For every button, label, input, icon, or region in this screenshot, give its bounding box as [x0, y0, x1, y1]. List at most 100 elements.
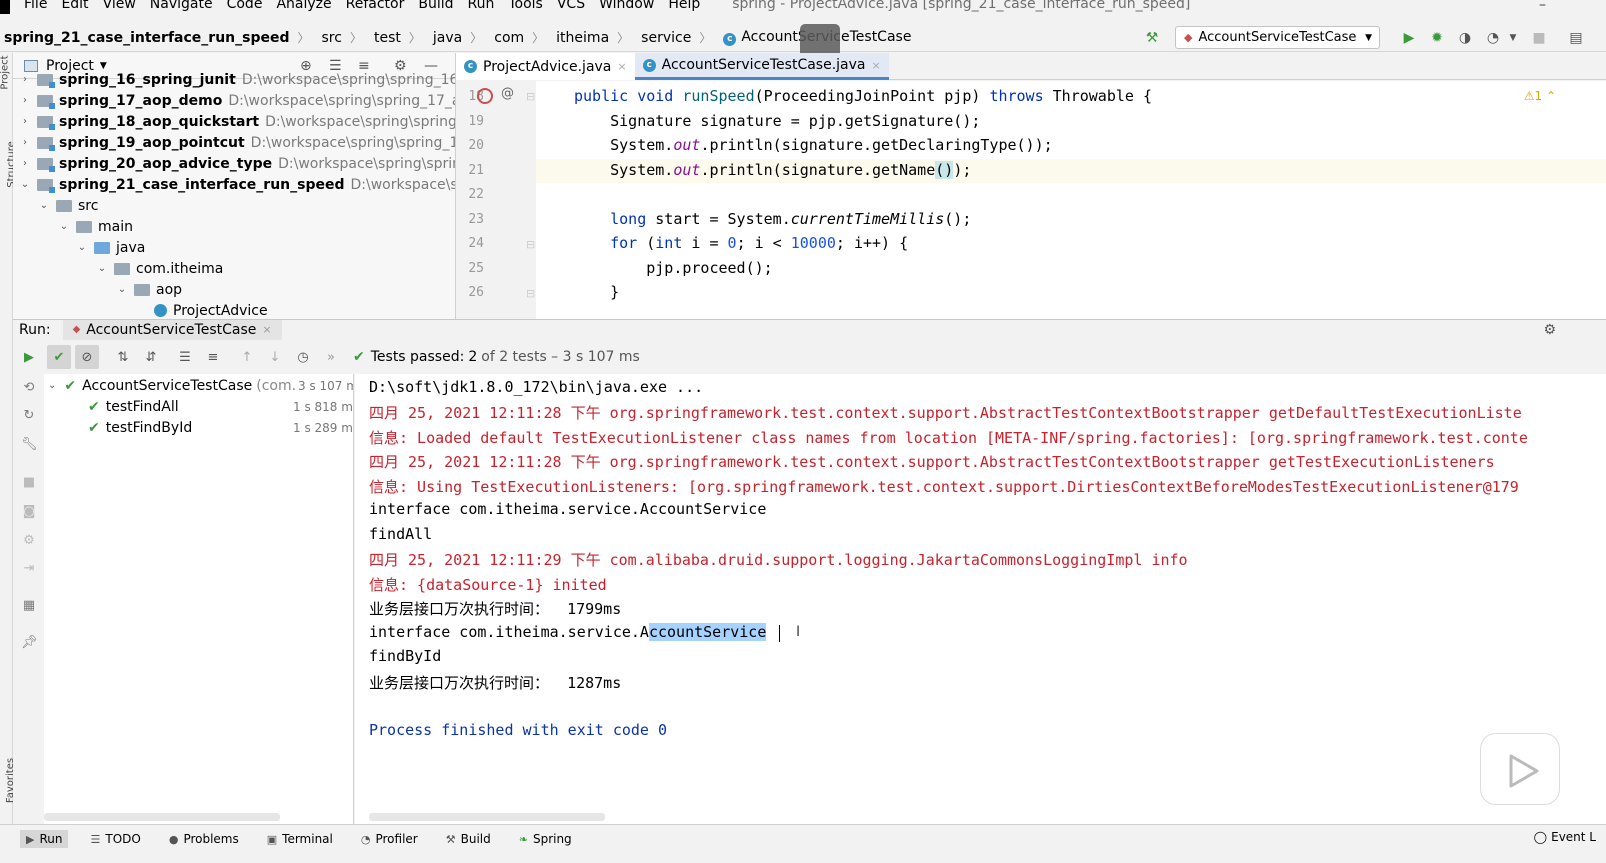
menu-refactor[interactable]: Refactor: [346, 0, 405, 11]
toggle-auto-test-icon[interactable]: ↻: [21, 408, 37, 424]
more-actions-icon[interactable]: »: [319, 345, 343, 369]
close-icon[interactable]: ×: [872, 59, 881, 72]
tree-item-path: D:\workspace\spring\spring_16_spr: [241, 71, 455, 88]
console-output[interactable]: D:\soft\jdk1.8.0_172\bin\java.exe ... 四月…: [355, 374, 1606, 824]
run-tab[interactable]: ◆ AccountServiceTestCase ×: [62, 319, 282, 340]
close-icon[interactable]: ×: [262, 323, 271, 336]
project-structure-icon[interactable]: ▤: [1567, 29, 1585, 47]
sort-alpha-icon[interactable]: ⇅: [111, 345, 135, 369]
exit-icon[interactable]: ⇥: [21, 561, 37, 577]
tree-item-spring-20[interactable]: › spring_20_aop_advice_type D:\workspace\s…: [19, 153, 455, 174]
breadcrumb-com[interactable]: com: [494, 30, 524, 46]
tree-item-spring-17[interactable]: › spring_17_aop_demo D:\workspace\spring\s…: [19, 90, 455, 111]
test-suite-row[interactable]: ⌄ ✔ AccountServiceTestCase (com.it 3 s 1…: [48, 375, 353, 396]
breadcrumb-itheima[interactable]: itheima: [556, 30, 609, 46]
horizontal-scrollbar[interactable]: [44, 813, 280, 821]
test-history-icon[interactable]: ◷: [291, 345, 315, 369]
test-row-findall[interactable]: ✔ testFindAll 1 s 818 ms: [88, 396, 353, 417]
tree-item-spring-19[interactable]: › spring_19_aop_pointcut D:\workspace\spri…: [19, 132, 455, 153]
test-row-findbyid[interactable]: ✔ testFindById 1 s 289 ms: [88, 417, 353, 438]
event-log-button[interactable]: ◯ Event L: [1534, 830, 1596, 844]
close-icon[interactable]: ×: [617, 60, 626, 73]
tab-projectadvice[interactable]: c ProjectAdvice.java ×: [456, 53, 635, 80]
tree-item-spring-16[interactable]: › spring_16_spring_junit D:\workspace\spri…: [19, 69, 455, 90]
advice-gutter-icon[interactable]: [477, 88, 493, 104]
collapse-all-icon[interactable]: ≡: [201, 345, 225, 369]
warning-badge[interactable]: ⚠1 ⌃: [1524, 89, 1556, 103]
camera-icon[interactable]: ◙: [21, 504, 37, 520]
next-failed-icon[interactable]: ↓: [263, 345, 287, 369]
more-run-icon[interactable]: ▼: [1504, 29, 1522, 47]
show-ignored-icon[interactable]: ⊘: [75, 345, 99, 369]
annotation-gutter-icon[interactable]: @: [501, 86, 514, 101]
debug-icon[interactable]: ✹: [1428, 29, 1446, 47]
breadcrumb-service[interactable]: service: [641, 30, 691, 46]
tab-accountservicetestcase[interactable]: c AccountServiceTestCase.java ×: [634, 53, 889, 80]
menu-edit[interactable]: Edit: [61, 0, 88, 11]
dump-threads-icon[interactable]: ⚙: [21, 533, 37, 549]
sort-duration-icon[interactable]: ⇵: [139, 345, 163, 369]
process-exit-line: Process finished with exit code 0: [369, 721, 668, 739]
menu-file[interactable]: File: [24, 0, 47, 11]
tool-profiler[interactable]: ◔ Profiler: [355, 830, 424, 848]
breadcrumb-project[interactable]: spring_21_case_interface_run_speed: [4, 30, 290, 46]
tool-terminal[interactable]: ▣ Terminal: [261, 830, 339, 848]
video-play-overlay[interactable]: [1480, 733, 1560, 805]
tree-item-com-itheima[interactable]: ⌄ com.itheima: [96, 258, 224, 279]
tree-item-spring-21[interactable]: ⌄ spring_21_case_interface_run_speed D:\wo…: [19, 174, 455, 195]
gear-icon[interactable]: ⚙: [1543, 322, 1556, 338]
breadcrumb-separator-icon: 〉: [408, 31, 421, 45]
run-icon[interactable]: ▶: [1400, 29, 1418, 47]
menu-window[interactable]: Window: [599, 0, 654, 11]
breadcrumb-src[interactable]: src: [322, 30, 342, 46]
menu-navigate[interactable]: Navigate: [150, 0, 213, 11]
build-hammer-icon: ⚒: [445, 832, 456, 846]
tool-todo[interactable]: ☰ TODO: [84, 830, 146, 848]
pin-icon[interactable]: 📌︎: [21, 635, 38, 651]
tree-item-main[interactable]: ⌄ main: [58, 216, 133, 237]
menu-code[interactable]: Code: [227, 0, 263, 11]
tree-item-java[interactable]: ⌄ java: [76, 237, 146, 258]
tree-item-aop[interactable]: ⌄ aop: [116, 279, 182, 300]
menu-build[interactable]: Build: [418, 0, 453, 11]
menu-vcs[interactable]: VCS: [557, 0, 585, 11]
profile-icon[interactable]: ◔: [1484, 29, 1502, 47]
stop-icon[interactable]: ■: [21, 475, 37, 491]
fold-icon[interactable]: ⊟: [526, 238, 535, 251]
rerun-icon[interactable]: ▶: [17, 345, 41, 369]
previous-failed-icon[interactable]: ↑: [235, 345, 259, 369]
rerun-failed-icon[interactable]: ⟲: [21, 380, 37, 396]
expand-all-icon[interactable]: ☰: [173, 345, 197, 369]
tool-spring[interactable]: ❧ Spring: [513, 830, 578, 848]
tree-item-projectadvice[interactable]: ProjectAdvice: [154, 300, 268, 320]
menu-run[interactable]: Run: [468, 0, 495, 11]
chevron-right-icon: ›: [23, 95, 27, 106]
wrench-icon[interactable]: 🔧︎: [21, 437, 38, 453]
horizontal-scrollbar[interactable]: [369, 813, 605, 821]
build-hammer-icon[interactable]: ⚒: [1143, 29, 1161, 47]
console-line: 业务层接口万次执行时间： 1799ms: [369, 600, 622, 618]
menu-view[interactable]: View: [103, 0, 136, 11]
menu-tools[interactable]: Tools: [508, 0, 543, 11]
stop-icon[interactable]: ■: [1530, 29, 1548, 47]
tree-item-src[interactable]: ⌄ src: [38, 195, 99, 216]
project-tool-button[interactable]: Project: [0, 55, 11, 89]
console-line-selected: interface com.itheima.service.AccountSer…: [369, 623, 767, 641]
tool-run[interactable]: ▶ Run: [20, 830, 69, 848]
tool-build[interactable]: ⚒ Build: [440, 830, 497, 848]
tool-problems[interactable]: ● Problems: [163, 830, 245, 848]
fold-icon[interactable]: ⊟: [526, 287, 535, 300]
show-passed-icon[interactable]: ✔: [47, 345, 71, 369]
fold-icon[interactable]: ⊟: [526, 90, 535, 103]
menu-analyze[interactable]: Analyze: [276, 0, 331, 11]
minimize-button[interactable]: –: [1539, 0, 1546, 12]
line-number: 21: [468, 163, 484, 178]
layout-icon[interactable]: ▦: [21, 598, 37, 614]
coverage-icon[interactable]: ◑: [1456, 29, 1474, 47]
tree-item-spring-18[interactable]: › spring_18_aop_quickstart D:\workspace\sp…: [19, 111, 455, 132]
code-editor[interactable]: 18 19 20 21 22 23 24 25 26 @ ⊟ ⊟ ⊟ publi…: [456, 81, 1606, 319]
run-configuration-select[interactable]: ◆ AccountServiceTestCase ▼: [1175, 26, 1380, 49]
breadcrumb-java[interactable]: java: [433, 30, 462, 46]
menu-help[interactable]: Help: [668, 0, 700, 11]
breadcrumb-test[interactable]: test: [374, 30, 401, 46]
